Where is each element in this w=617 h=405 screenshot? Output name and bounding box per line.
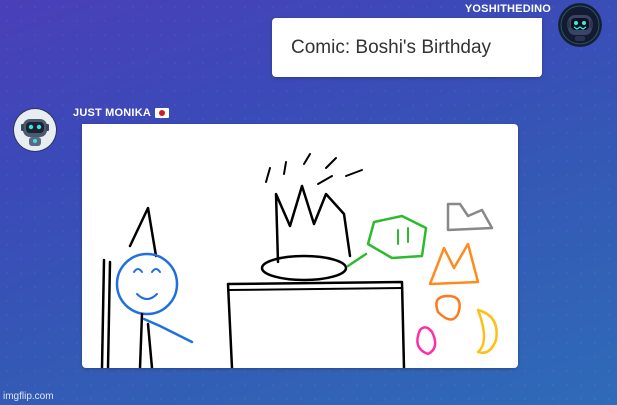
robot-avatar-icon[interactable]	[13, 108, 57, 152]
imgflip-watermark: imgflip.com	[3, 391, 54, 402]
japan-flag-icon	[154, 108, 169, 118]
message-text: Comic: Boshi's Birthday	[291, 37, 492, 58]
username-yoshithedino[interactable]: YOSHITHEDINO	[465, 3, 551, 15]
message-drawing-bubble[interactable]	[82, 124, 518, 368]
cake-crown	[274, 184, 352, 264]
party-hat	[128, 206, 158, 258]
orange-shape	[428, 242, 480, 286]
figure-head	[115, 252, 179, 316]
message-bubble[interactable]: Comic: Boshi's Birthday	[272, 18, 542, 77]
pink-blob	[416, 326, 437, 356]
robot-avatar-icon[interactable]	[558, 3, 602, 47]
yellow-banana	[476, 308, 498, 354]
username-label: JUST MONIKA	[73, 107, 151, 119]
orange-blob	[435, 294, 461, 321]
figure-arm	[142, 317, 194, 344]
username-just-monika[interactable]: JUST MONIKA	[73, 107, 169, 119]
gray-shape	[446, 202, 494, 232]
birthday-drawing	[100, 153, 498, 368]
cake-plate	[260, 254, 348, 282]
figure-body	[138, 312, 144, 368]
table	[226, 280, 406, 368]
